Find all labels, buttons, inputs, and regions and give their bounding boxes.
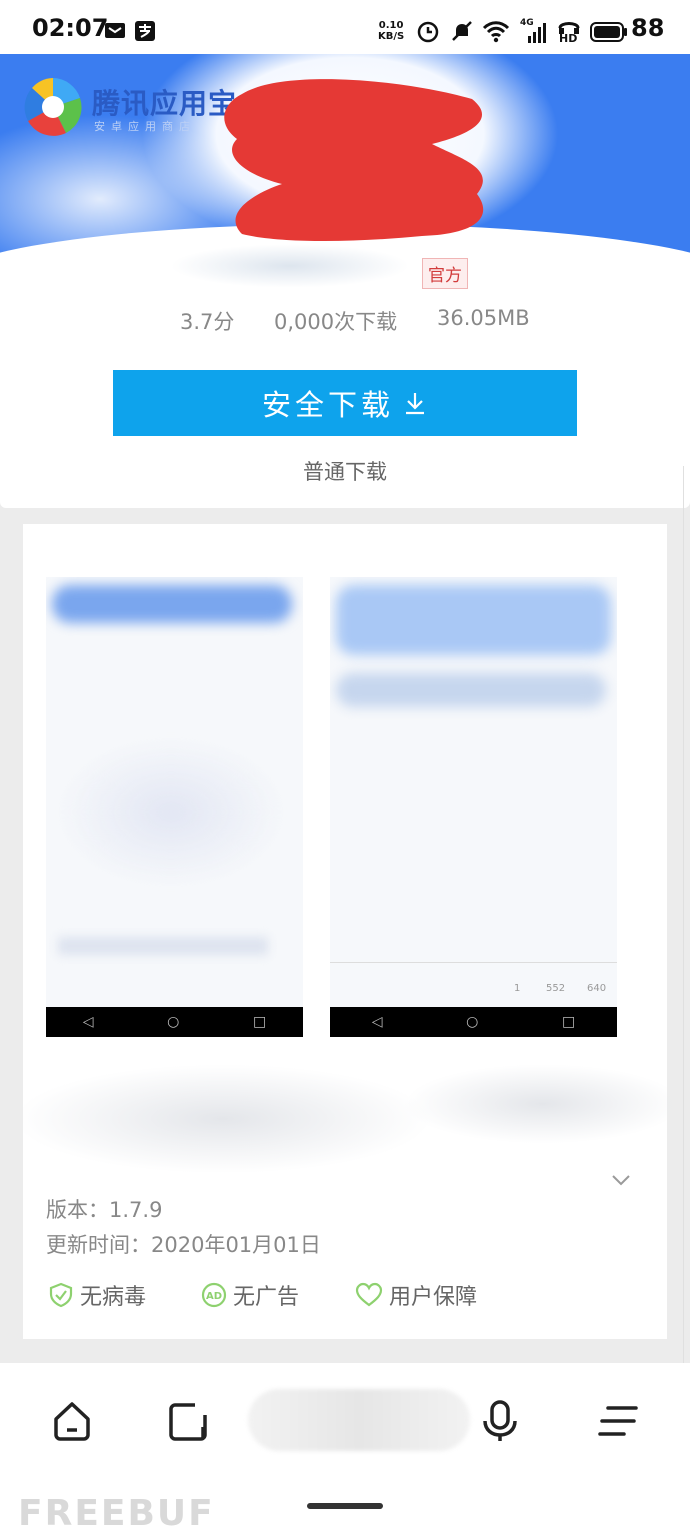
mute-bell-icon (452, 21, 472, 41)
browser-bottom-bar: FREEBUF (0, 1363, 690, 1539)
shield-check-icon (49, 1282, 73, 1308)
nav-home-icon: ○ (466, 1014, 479, 1030)
description-blurred-2 (403, 1064, 683, 1144)
scrollbar[interactable] (683, 466, 690, 1366)
app-rating: 3.7分 (180, 310, 235, 334)
home-icon[interactable] (50, 1399, 94, 1443)
alipay-icon (135, 21, 155, 41)
ad-icon: AD (201, 1282, 227, 1308)
update-time: 更新时间：2020年01月01日 (46, 1233, 321, 1257)
brand-name: 腾讯应用宝 (92, 87, 238, 120)
microphone-icon[interactable] (478, 1399, 522, 1443)
badge-no-ads-label: 无广告 (233, 1285, 300, 1310)
gesture-home-indicator[interactable] (307, 1503, 383, 1509)
heart-hand-icon (355, 1282, 383, 1307)
watermark: FREEBUF (18, 1493, 215, 1534)
cell-signal-icon (528, 23, 546, 43)
app-screenshot-2[interactable]: 1 552 640 ◁ ○ □ (330, 577, 617, 1037)
battery-level: 88 (631, 14, 665, 42)
app-detail-card: ◁ ○ □ 1 552 640 ◁ ○ □ 版本：1.7.9 更新时间：2020… (13, 524, 683, 1339)
normal-download-link[interactable]: 普通下载 (0, 456, 690, 486)
official-badge: 官方 (422, 258, 468, 289)
nav-recent-icon: □ (561, 1014, 576, 1030)
download-arrow-icon (406, 393, 424, 415)
badge-user-protection-label: 用户保障 (389, 1285, 478, 1310)
screenshot-number-1: 1 (514, 983, 521, 994)
svg-text:AD: AD (206, 1291, 222, 1302)
expand-chevron-icon[interactable] (611, 1170, 631, 1190)
net-speed-value: 0.10 (378, 20, 404, 31)
badge-no-virus-label: 无病毒 (80, 1285, 147, 1310)
yingyongbao-logo-icon (24, 78, 82, 136)
app-header: 腾讯应用宝 安卓应用商店 官方 3.7分 0,000次下载 36.05MB (0, 54, 690, 374)
alarm-icon (417, 21, 439, 43)
screenshot-number-3: 640 (587, 983, 607, 994)
safe-download-label: 安全下载 (261, 388, 394, 422)
app-name-blurred (170, 244, 410, 288)
net-speed-unit: KB/S (378, 31, 405, 42)
tabs-icon[interactable] (167, 1399, 211, 1443)
badge-user-protection: 用户保障 (355, 1279, 477, 1311)
nav-recent-icon: □ (252, 1014, 267, 1030)
hd-label: HD (559, 32, 578, 45)
app-screenshot-1[interactable]: ◁ ○ □ (46, 577, 303, 1037)
battery-icon (590, 22, 627, 42)
description-blurred (13, 1064, 433, 1174)
safe-download-button[interactable]: 安全下载 (113, 370, 577, 436)
download-count: 0,000次下载 (274, 310, 398, 334)
screenshot-nav-bar: ◁ ○ □ (46, 1007, 303, 1037)
badge-no-ads: AD 无广告 (201, 1279, 299, 1311)
status-time: 02:07 (32, 14, 109, 42)
screenshot-number-2: 552 (546, 983, 566, 994)
menu-icon[interactable] (596, 1399, 640, 1443)
badge-no-virus: 无病毒 (48, 1279, 146, 1311)
app-size: 36.05MB (437, 306, 530, 330)
wifi-icon (482, 21, 510, 43)
status-bar: 02:07 0.10 KB/S 4G HD 88 (0, 0, 690, 54)
search-pill-blurred[interactable] (248, 1389, 470, 1451)
redaction-scribble (224, 79, 484, 241)
brand-subtitle: 安卓应用商店 (94, 120, 196, 133)
screenshot-nav-bar-2: ◁ ○ □ (330, 1007, 617, 1037)
net-speed: 0.10 KB/S (378, 20, 404, 42)
download-area: 安全下载 普通下载 (0, 370, 690, 508)
nav-back-icon: ◁ (82, 1014, 94, 1030)
app-version: 版本：1.7.9 (46, 1198, 163, 1222)
nav-back-icon: ◁ (371, 1014, 383, 1030)
message-icon (105, 23, 125, 38)
nav-home-icon: ○ (167, 1014, 180, 1030)
